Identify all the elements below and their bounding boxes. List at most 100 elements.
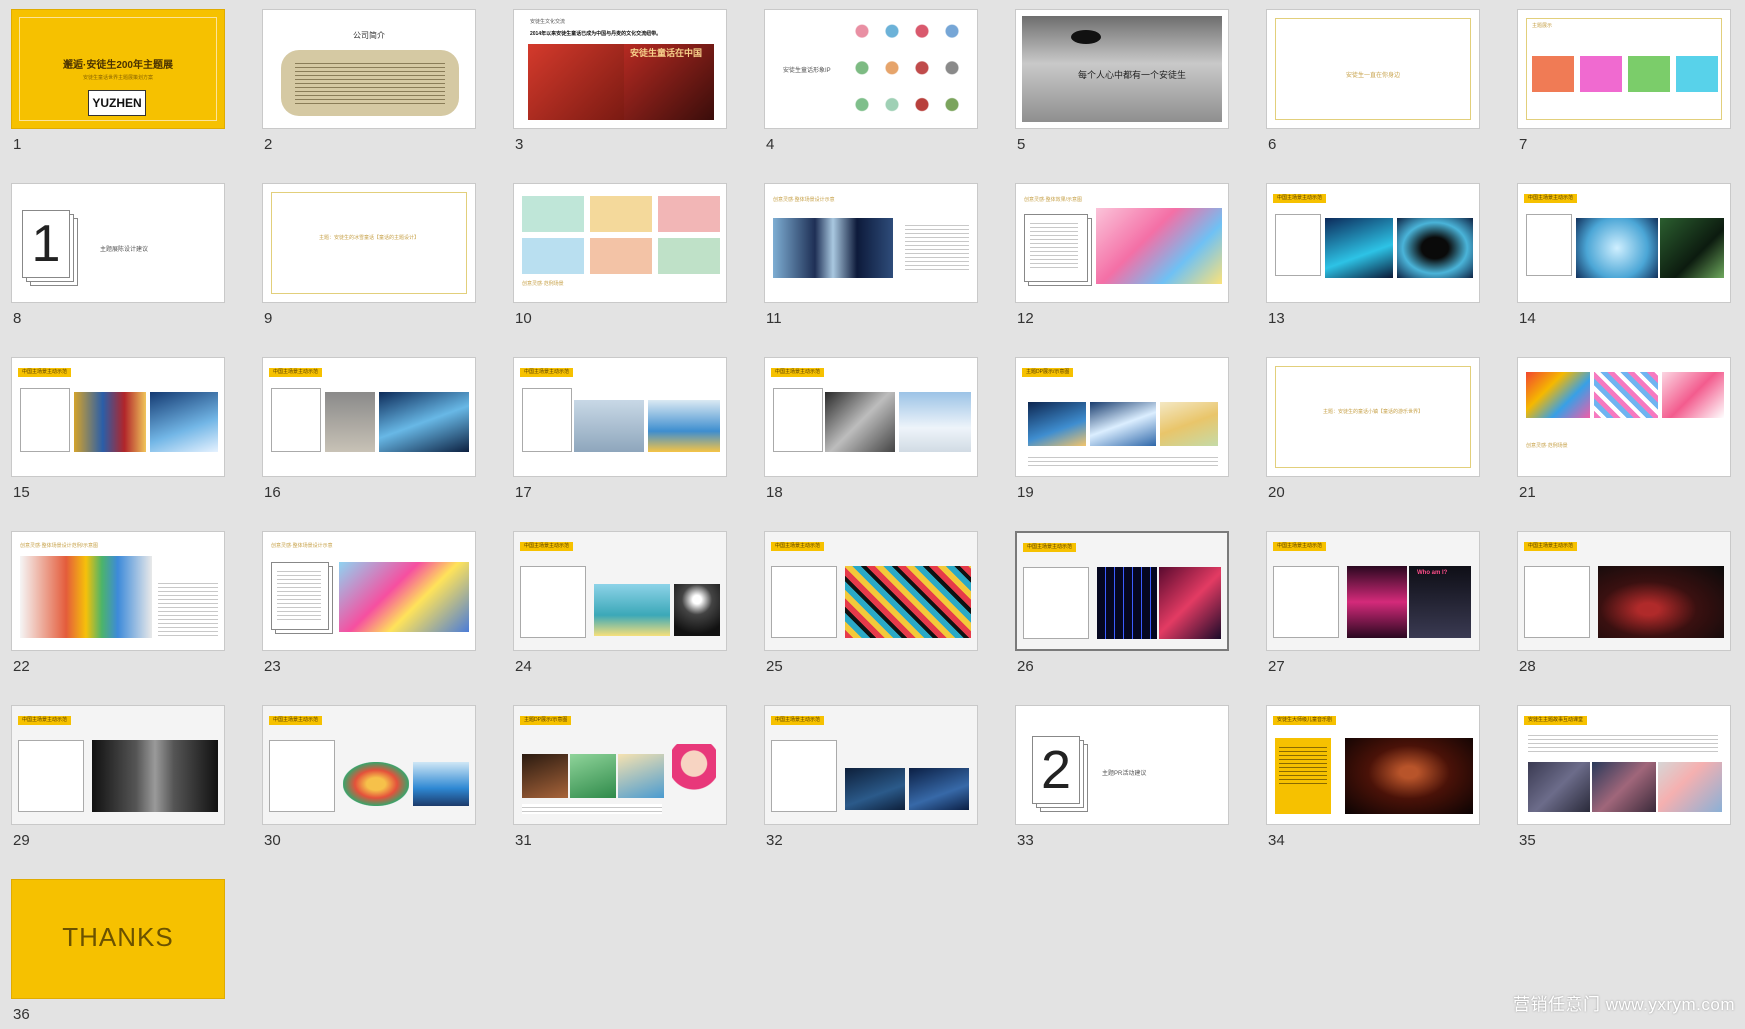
slide-thumbnail-22[interactable]: 创意灵感·整体场景设计范例/示意图 22 [11, 531, 227, 681]
slide-preview: 安徒生一直在你身边 [1266, 9, 1480, 129]
company-logo: YUZHEN [88, 90, 146, 116]
slide-tag: 中国主场景主动示范 [18, 716, 72, 725]
slide-tag: 中国主场景主动示范 [269, 716, 323, 725]
slide-preview: 中国主场景主动示范 [11, 705, 225, 825]
slide-number: 36 [13, 1006, 30, 1023]
slide-thumbnail-4[interactable]: 安徒生童话形象IP 4 [764, 9, 980, 159]
slide-number: 32 [766, 832, 783, 849]
slide-thumbnail-6[interactable]: 安徒生一直在你身边 6 [1266, 9, 1482, 159]
slide-thumbnail-19[interactable]: 主题DP展示/示意图 19 [1015, 357, 1231, 507]
slide-thumbnail-36[interactable]: THANKS 36 [11, 879, 227, 1029]
slide-number: 12 [1017, 310, 1034, 327]
slide-thumbnail-10[interactable]: 创意灵感·范例场景 10 [513, 183, 729, 333]
slide-thumbnail-26[interactable]: 中国主场景主动示范 26 [1015, 531, 1231, 681]
slide-thumbnail-3[interactable]: 安徒生文化交流 2014年以来安徒生童话已成为中国与丹麦的文化交流纽带。 安徒生… [513, 9, 729, 159]
slide-number: 13 [1268, 310, 1285, 327]
slide-title: 安徒生文化交流 [530, 19, 566, 25]
slide-number: 25 [766, 658, 783, 675]
slide-preview: 中国主场景主动示范 [764, 705, 978, 825]
slide-thumbnail-8[interactable]: 1 主题展陈设计建议 8 [11, 183, 227, 333]
slide-preview: 主题：安徒生的童话小镇【童话的游乐世界】 [1266, 357, 1480, 477]
slide-preview: 安徒生大师级儿童音乐剧 [1266, 705, 1480, 825]
slide-tag: 主题DP展示/示意图 [520, 716, 572, 725]
slide-thumbnail-7[interactable]: 主题展示 7 [1517, 9, 1733, 159]
slide-number: 1 [13, 136, 22, 153]
slide-thumbnail-17[interactable]: 中国主场景主动示范 17 [513, 357, 729, 507]
slide-thumbnail-32[interactable]: 中国主场景主动示范 32 [764, 705, 980, 855]
slide-caption: 创意灵感·整体场景设计示意 [271, 543, 333, 549]
slide-tag: 中国主场景主动示范 [1273, 542, 1327, 551]
slide-preview: 创意灵感·范例场景 [513, 183, 727, 303]
slide-tag: 中国主场景主动示范 [520, 368, 574, 377]
slide-title: 安徒生童话形象IP [783, 68, 831, 74]
slide-number: 16 [264, 484, 281, 501]
slide-thumbnail-15[interactable]: 中国主场景主动示范 15 [11, 357, 227, 507]
slide-preview: 中国主场景主动示范 [262, 357, 476, 477]
slide-thumbnail-23[interactable]: 创意灵感·整体场景设计示意 23 [262, 531, 478, 681]
slide-thumbnail-33[interactable]: 2 主题PR活动建议 33 [1015, 705, 1231, 855]
slide-thumbnail-24[interactable]: 中国主场景主动示范 24 [513, 531, 729, 681]
slide-preview: 创意灵感·范例场景 [1517, 357, 1731, 477]
slide-tag: 主题DP展示/示意图 [1022, 368, 1074, 377]
slide-caption: 创意灵感·整体场景设计范例/示意图 [20, 543, 99, 549]
slide-caption: 创意灵感·范例场景 [1526, 443, 1568, 449]
slide-preview: 中国主场景主动示范 [513, 357, 727, 477]
slide-number: 9 [264, 310, 273, 327]
slide-number: 22 [13, 658, 30, 675]
slide-preview: 中国主场景主动示范 [11, 357, 225, 477]
slide-thumbnail-5[interactable]: 每个人心中都有一个安徒生 5 [1015, 9, 1231, 159]
slide-number: 30 [264, 832, 281, 849]
slide-thumbnail-16[interactable]: 中国主场景主动示范 16 [262, 357, 478, 507]
slide-preview: 创意灵感·整体效果/示意图 [1015, 183, 1229, 303]
slide-preview: 中国主场景主动示范 [1517, 183, 1731, 303]
slide-number: 5 [1017, 136, 1026, 153]
slide-thumbnail-14[interactable]: 中国主场景主动示范 14 [1517, 183, 1733, 333]
slide-preview: 安徒生童话形象IP [764, 9, 978, 129]
slide-title: 邂逅·安徒生200年主题展 [62, 60, 173, 71]
slide-number: 2 [264, 136, 273, 153]
slide-number: 7 [1519, 136, 1528, 153]
slide-preview: 1 主题展陈设计建议 [11, 183, 225, 303]
slide-thumbnail-20[interactable]: 主题：安徒生的童话小镇【童话的游乐世界】 20 [1266, 357, 1482, 507]
photo-overlay-text: Who am I? [1417, 570, 1448, 576]
slide-thumbnail-31[interactable]: 主题DP展示/示意图 31 [513, 705, 729, 855]
slide-number: 18 [766, 484, 783, 501]
slide-tag: 中国主场景主动示范 [18, 368, 72, 377]
slide-number: 29 [13, 832, 30, 849]
slide-thumbnail-35[interactable]: 安徒生主题故事互动课堂 35 [1517, 705, 1733, 855]
slide-thumbnail-12[interactable]: 创意灵感·整体效果/示意图 12 [1015, 183, 1231, 333]
slide-preview: 主题：安徒生的冰雪童话【童话的主题设计】 [262, 183, 476, 303]
slide-thumbnail-25[interactable]: 中国主场景主动示范 25 [764, 531, 980, 681]
slide-thumbnail-13[interactable]: 中国主场景主动示范 13 [1266, 183, 1482, 333]
slide-number: 3 [515, 136, 524, 153]
slide-tag: 中国主场景主动示范 [1524, 542, 1578, 551]
slide-thumbnail-34[interactable]: 安徒生大师级儿童音乐剧 34 [1266, 705, 1482, 855]
slide-thumbnail-2[interactable]: 公司简介 2 [262, 9, 478, 159]
slide-title: 主题：安徒生的冰雪童话【童话的主题设计】 [318, 235, 419, 241]
slide-thumbnail-9[interactable]: 主题：安徒生的冰雪童话【童话的主题设计】 9 [262, 183, 478, 333]
slide-preview: 邂逅·安徒生200年主题展 安徒生童话世界主题展策划方案 YUZHEN [11, 9, 225, 129]
slide-thumbnail-18[interactable]: 中国主场景主动示范 18 [764, 357, 980, 507]
slide-thumbnail-28[interactable]: 中国主场景主动示范 28 [1517, 531, 1733, 681]
slide-tag: 中国主场景主动示范 [269, 368, 323, 377]
slide-tag: 中国主场景主动示范 [1273, 194, 1327, 203]
slide-sorter-grid: 邂逅·安徒生200年主题展 安徒生童话世界主题展策划方案 YUZHEN 1 公司… [0, 0, 1745, 1023]
slide-title: 主题：安徒生的童话小镇【童话的游乐世界】 [1322, 409, 1423, 415]
slide-preview: 创意灵感·整体场景设计示意 [764, 183, 978, 303]
slide-number: 23 [264, 658, 281, 675]
slide-preview: 中国主场景主动示范 [764, 531, 978, 651]
slide-thumbnail-11[interactable]: 创意灵感·整体场景设计示意 11 [764, 183, 980, 333]
slide-preview: 中国主场景主动示范 [1266, 183, 1480, 303]
slide-number: 17 [515, 484, 532, 501]
slide-preview: 中国主场景主动示范 [1517, 531, 1731, 651]
slide-title: 主题展示 [1532, 23, 1553, 29]
slide-tag: 中国主场景主动示范 [771, 716, 825, 725]
slide-thumbnail-29[interactable]: 中国主场景主动示范 29 [11, 705, 227, 855]
slide-thumbnail-1[interactable]: 邂逅·安徒生200年主题展 安徒生童话世界主题展策划方案 YUZHEN 1 [11, 9, 227, 159]
slide-thumbnail-27[interactable]: 中国主场景主动示范 Who am I? 27 [1266, 531, 1482, 681]
slide-preview: 中国主场景主动示范 [764, 357, 978, 477]
slide-thumbnail-30[interactable]: 中国主场景主动示范 30 [262, 705, 478, 855]
slide-thumbnail-21[interactable]: 创意灵感·范例场景 21 [1517, 357, 1733, 507]
slide-preview: 主题DP展示/示意图 [1015, 357, 1229, 477]
slide-number: 11 [766, 310, 782, 327]
